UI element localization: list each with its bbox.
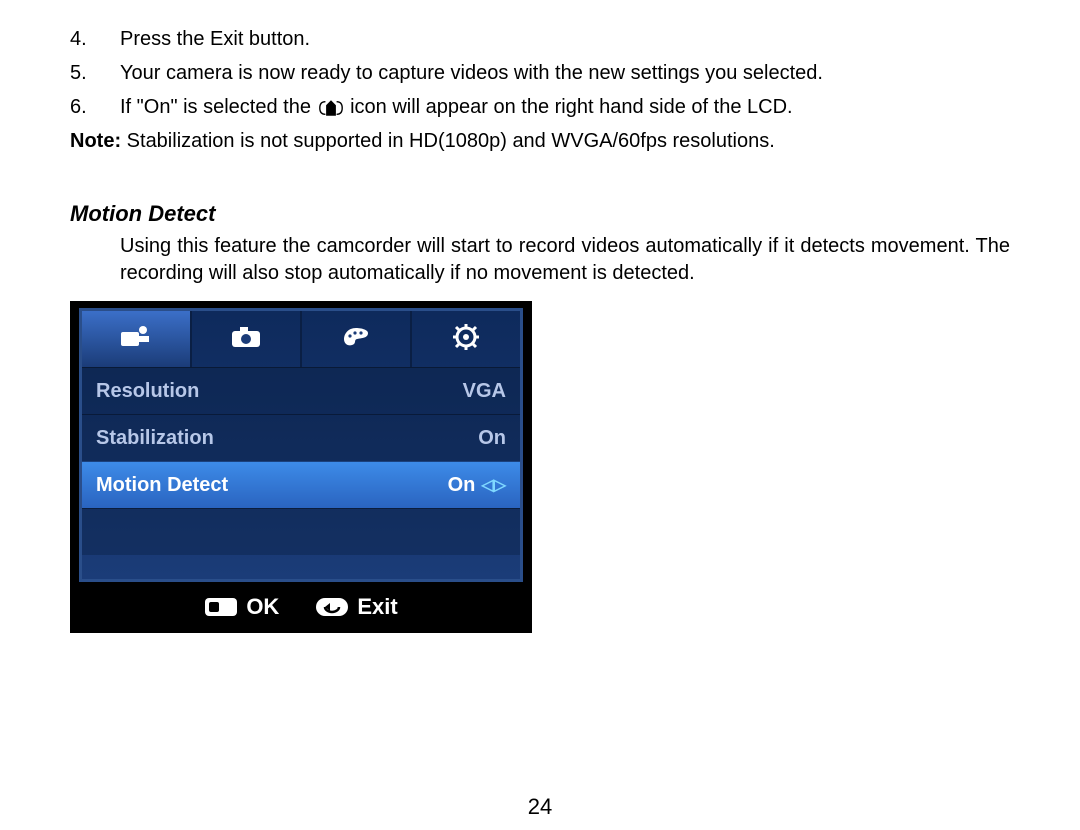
tab-settings[interactable] xyxy=(412,311,520,367)
manual-page: 4. Press the Exit button. 5. Your camera… xyxy=(0,0,1080,830)
menu-row-stabilization[interactable]: Stabilization On xyxy=(82,414,520,461)
step-number: 4. xyxy=(70,22,120,56)
menu-row-motion-detect[interactable]: Motion Detect On ◁▷ xyxy=(82,461,520,508)
menu-row-resolution[interactable]: Resolution VGA xyxy=(82,367,520,414)
menu-tabs xyxy=(82,311,520,367)
note-text: Stabilization is not supported in HD(108… xyxy=(121,130,775,152)
camera-icon xyxy=(231,326,261,353)
exit-label: Exit xyxy=(357,594,397,620)
row-value: VGA xyxy=(463,380,506,403)
row-value-wrap: On ◁▷ xyxy=(448,474,506,497)
step-4: 4. Press the Exit button. xyxy=(70,22,1010,56)
palette-icon xyxy=(342,326,370,353)
tab-effects[interactable] xyxy=(302,311,412,367)
step-number: 5. xyxy=(70,56,120,90)
tab-video[interactable] xyxy=(82,311,192,367)
ok-hint: OK xyxy=(204,594,279,620)
gear-icon xyxy=(453,324,479,355)
step-6: 6. If "On" is selected the icon will app… xyxy=(70,90,1010,124)
video-camera-icon xyxy=(119,324,153,355)
step-6-post: icon will appear on the right hand side … xyxy=(350,96,793,118)
step-5: 5. Your camera is now ready to capture v… xyxy=(70,56,1010,90)
row-value: On xyxy=(478,427,506,450)
left-right-arrows-icon: ◁▷ xyxy=(481,475,506,495)
menu-rows: Resolution VGA Stabilization On Motion D… xyxy=(82,367,520,579)
step-text: Your camera is now ready to capture vide… xyxy=(120,56,1010,90)
menu-row-empty xyxy=(82,508,520,555)
step-6-pre: If "On" is selected the xyxy=(120,96,317,118)
row-label: Stabilization xyxy=(96,427,214,450)
section-title-motion-detect: Motion Detect xyxy=(70,201,1010,227)
tab-photo[interactable] xyxy=(192,311,302,367)
page-number: 24 xyxy=(0,794,1080,820)
stabilization-icon xyxy=(317,97,345,119)
section-body: Using this feature the camcorder will st… xyxy=(120,233,1010,287)
step-number: 6. xyxy=(70,90,120,124)
step-text: Press the Exit button. xyxy=(120,22,1010,56)
row-value: On xyxy=(448,474,476,497)
note-line: Note: Stabilization is not supported in … xyxy=(70,130,1010,153)
exit-hint: Exit xyxy=(315,594,397,620)
camera-menu-screenshot: Resolution VGA Stabilization On Motion D… xyxy=(70,301,532,633)
step-text: If "On" is selected the icon will appear… xyxy=(120,90,1010,124)
ok-label: OK xyxy=(246,594,279,620)
menu-panel: Resolution VGA Stabilization On Motion D… xyxy=(79,308,523,582)
row-label: Motion Detect xyxy=(96,474,228,497)
menu-footer: OK Exit xyxy=(71,582,531,632)
note-label: Note: xyxy=(70,130,121,152)
row-label: Resolution xyxy=(96,380,199,403)
